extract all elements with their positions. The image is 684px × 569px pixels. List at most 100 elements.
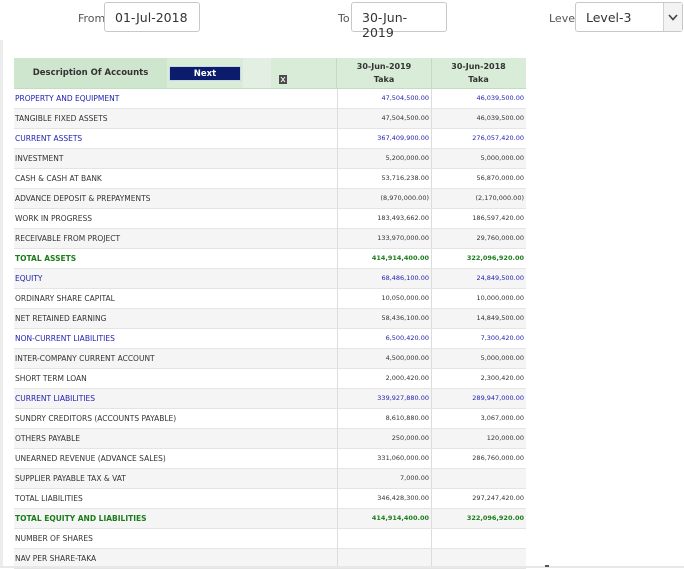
table-row: OTHERS PAYABLE 250,000.00 120,000.00 — [14, 429, 526, 449]
to-date-input[interactable]: 30-Jun-2019 — [351, 2, 447, 40]
account-description: NET RETAINED EARNING — [15, 314, 107, 323]
description-header: Description Of Accounts — [14, 58, 167, 88]
table-row: SUNDRY CREDITORS (ACCOUNTS PAYABLE) 8,610… — [14, 409, 526, 429]
amount-2019: 47,504,500.00 — [337, 109, 431, 128]
amount-2019: 53,716,238.00 — [337, 169, 431, 188]
table-row: INVESTMENT 5,200,000.00 5,000,000.00 — [14, 149, 526, 169]
amount-2019: 6,500,420.00 — [337, 329, 431, 348]
table-row: NET RETAINED EARNING 58,436,100.00 14,849,… — [14, 309, 526, 329]
amount-2018: 322,096,920.00 — [431, 509, 526, 528]
amount-2019: 367,409,900.00 — [337, 129, 431, 148]
left-strip — [0, 40, 3, 568]
to-label: To — [338, 12, 350, 25]
balance-sheet-table: Description Of Accounts Next 30-Jun-2019… — [14, 58, 526, 569]
account-description[interactable]: NON-CURRENT LIABILITIES — [15, 329, 115, 348]
amount-2018: 5,000,000.00 — [431, 349, 526, 368]
column-date: 30-Jun-2018 — [451, 62, 506, 71]
account-description: OTHERS PAYABLE — [15, 434, 81, 443]
amount-2018: 46,039,500.00 — [431, 109, 526, 128]
amount-2018: 286,760,000.00 — [431, 449, 526, 468]
amount-2019: 68,486,100.00 — [337, 269, 431, 288]
amount-2019: 7,000.00 — [337, 469, 431, 488]
level-label: Level — [549, 12, 579, 25]
amount-2018: 276,057,420.00 — [431, 129, 526, 148]
to-date-value: 30-Jun-2019 — [362, 10, 408, 40]
amount-2019: 58,436,100.00 — [337, 309, 431, 328]
level-select[interactable]: Level-3 — [575, 2, 683, 32]
account-description: TOTAL EQUITY AND LIABILITIES — [15, 514, 147, 523]
amount-2018: (2,170,000.00) — [431, 189, 526, 208]
column-unit: Taka — [468, 75, 489, 84]
amount-2019: 133,970,000.00 — [337, 229, 431, 248]
table-row: UNEARNED REVENUE (ADVANCE SALES) 331,060,… — [14, 449, 526, 469]
amount-2018: 29,760,000.00 — [431, 229, 526, 248]
amount-2018: 2,300,420.00 — [431, 369, 526, 388]
account-description: SUPPLIER PAYABLE TAX & VAT — [15, 474, 126, 483]
table-row: TANGIBLE FIXED ASSETS 47,504,500.00 46,039… — [14, 109, 526, 129]
amount-2018: 24,849,500.00 — [431, 269, 526, 288]
table-body: PROPERTY AND EQUIPMENT 47,504,500.00 46,03… — [14, 89, 526, 569]
table-row: CASH & CASH AT BANK 53,716,238.00 56,870,0… — [14, 169, 526, 189]
amount-2019: 8,610,880.00 — [337, 409, 431, 428]
account-description: WORK IN PROGRESS — [15, 214, 92, 223]
amount-2019: (8,970,000.00) — [337, 189, 431, 208]
from-date-input[interactable]: 01-Jul-2018 — [104, 2, 200, 32]
amount-2019 — [337, 529, 431, 548]
amount-2019: 47,504,500.00 — [337, 89, 431, 108]
amount-2019: 331,060,000.00 — [337, 449, 431, 468]
amount-2018: 3,067,000.00 — [431, 409, 526, 428]
table-row: SHORT TERM LOAN 2,000,420.00 2,300,420.00 — [14, 369, 526, 389]
header-spacer — [243, 58, 271, 88]
table-header: Description Of Accounts Next 30-Jun-2019… — [14, 58, 526, 89]
amount-2018: 14,849,500.00 — [431, 309, 526, 328]
amount-2019: 414,914,400.00 — [337, 509, 431, 528]
table-row: EQUITY 68,486,100.00 24,849,500.00 — [14, 269, 526, 289]
amount-2019: 250,000.00 — [337, 429, 431, 448]
column-unit: Taka — [373, 75, 395, 84]
table-row: RECEIVABLE FROM PROJECT 133,970,000.00 29,… — [14, 229, 526, 249]
account-description[interactable]: CURRENT LIABILITIES — [15, 389, 95, 408]
table-row: TOTAL LIABILITIES 346,428,300.00 297,247,4… — [14, 489, 526, 509]
amount-2018: 10,000,000.00 — [431, 289, 526, 308]
from-label: From — [78, 12, 106, 25]
amount-2018 — [431, 469, 526, 488]
account-description: RECEIVABLE FROM PROJECT — [15, 234, 121, 243]
scroll-marker — [545, 565, 549, 567]
table-row: ORDINARY SHARE CAPITAL 10,050,000.00 10,00… — [14, 289, 526, 309]
table-row: CURRENT LIABILITIES 339,927,880.00 289,947… — [14, 389, 526, 409]
column-header-2018: 30-Jun-2018 Taka — [431, 58, 526, 88]
account-description[interactable]: CURRENT ASSETS — [15, 129, 82, 148]
account-description: SHORT TERM LOAN — [15, 374, 87, 383]
account-description: UNEARNED REVENUE (ADVANCE SALES) — [15, 454, 166, 463]
from-date-value: 01-Jul-2018 — [115, 10, 188, 25]
amount-2018: 322,096,920.00 — [431, 249, 526, 268]
excel-export-icon[interactable] — [279, 69, 287, 84]
account-description: SUNDRY CREDITORS (ACCOUNTS PAYABLE) — [15, 414, 177, 423]
table-row: TOTAL EQUITY AND LIABILITIES 414,914,400.… — [14, 509, 526, 529]
table-row: SUPPLIER PAYABLE TAX & VAT 7,000.00 — [14, 469, 526, 489]
account-description[interactable]: EQUITY — [15, 269, 43, 288]
amount-2018: 120,000.00 — [431, 429, 526, 448]
amount-2018: 56,870,000.00 — [431, 169, 526, 188]
table-row: CURRENT ASSETS 367,409,900.00 276,057,420.… — [14, 129, 526, 149]
amount-2019: 346,428,300.00 — [337, 489, 431, 508]
amount-2018: 289,947,000.00 — [431, 389, 526, 408]
amount-2018: 7,300,420.00 — [431, 329, 526, 348]
amount-2019: 10,050,000.00 — [337, 289, 431, 308]
account-description: CASH & CASH AT BANK — [15, 174, 102, 183]
account-description: ADVANCE DEPOSIT & PREPAYMENTS — [15, 194, 151, 203]
amount-2019: 2,000,420.00 — [337, 369, 431, 388]
table-row: TOTAL ASSETS 414,914,400.00 322,096,920.00 — [14, 249, 526, 269]
amount-2018: 46,039,500.00 — [431, 89, 526, 108]
amount-2018 — [431, 529, 526, 548]
next-button[interactable]: Next — [169, 66, 241, 81]
chevron-down-icon[interactable] — [663, 3, 682, 31]
table-row: WORK IN PROGRESS 183,493,662.00 186,597,42… — [14, 209, 526, 229]
amount-2019: 339,927,880.00 — [337, 389, 431, 408]
table-row: NUMBER OF SHARES — [14, 529, 526, 549]
level-value: Level-3 — [586, 10, 632, 25]
amount-2019: 4,500,000.00 — [337, 349, 431, 368]
account-description[interactable]: PROPERTY AND EQUIPMENT — [15, 89, 119, 108]
table-row: PROPERTY AND EQUIPMENT 47,504,500.00 46,03… — [14, 89, 526, 109]
amount-2019: 414,914,400.00 — [337, 249, 431, 268]
